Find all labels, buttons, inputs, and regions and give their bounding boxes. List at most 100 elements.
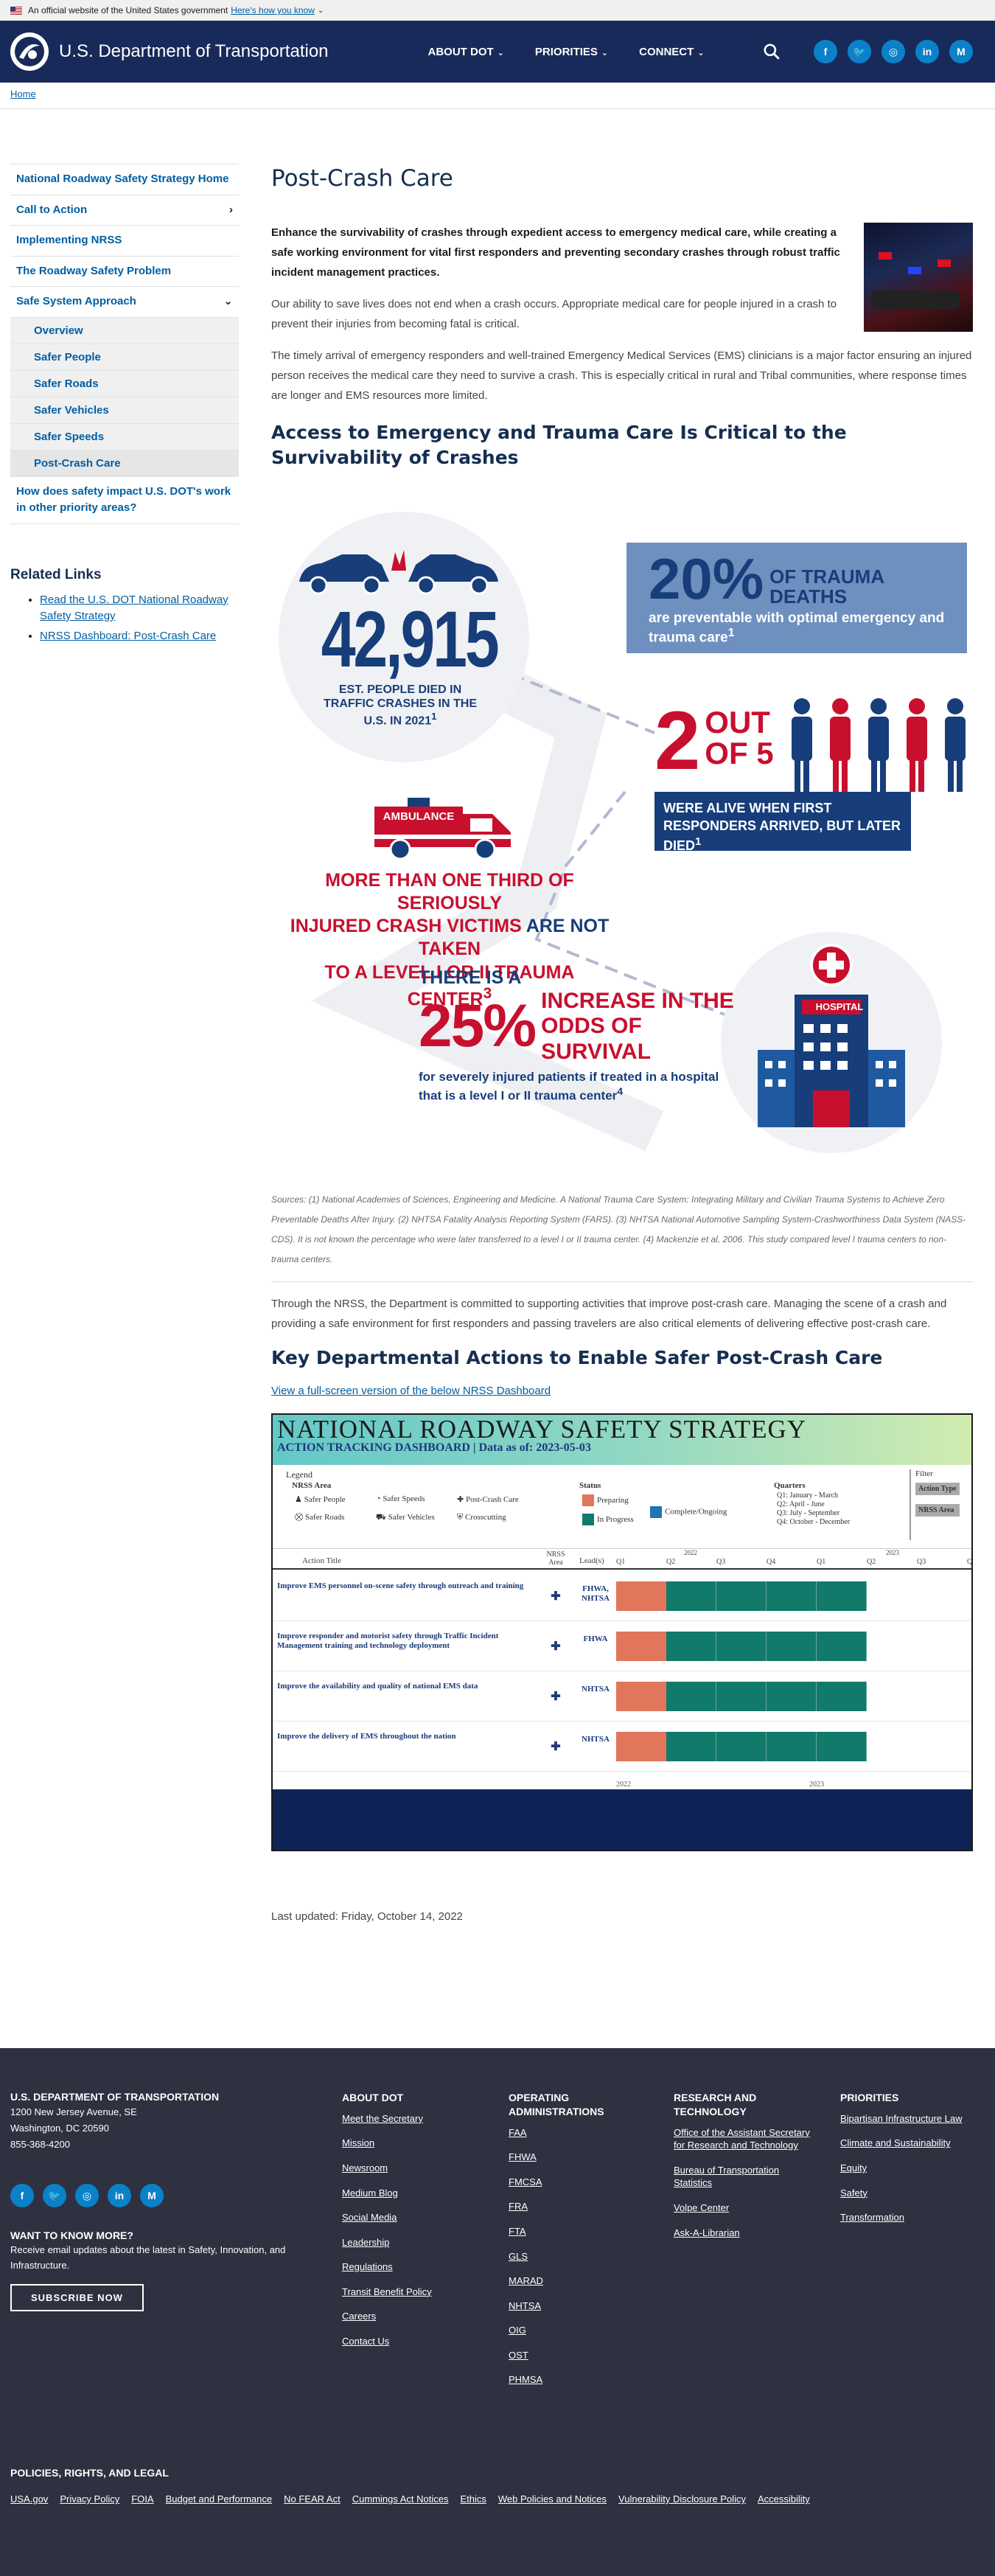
sidenav-label: National Roadway Safety Strategy Home	[16, 173, 229, 185]
post-crash-care-icon: ✚	[551, 1590, 561, 1603]
footer-link[interactable]: NHTSA	[509, 2300, 656, 2313]
twitter-icon[interactable]: 🐦	[848, 40, 871, 63]
footer-link[interactable]: Newsroom	[342, 2162, 489, 2175]
sidenav-sub-post-crash-care[interactable]: Post-Crash Care	[10, 449, 239, 476]
stat-two-of-five: 2 OUT OF 5	[654, 699, 774, 782]
filter-nrss-area[interactable]: NRSS Area	[915, 1503, 960, 1517]
footer-link[interactable]: Ask-A-Librarian	[674, 2227, 814, 2240]
footer-link[interactable]: Social Media	[342, 2211, 489, 2224]
legal-link[interactable]: USA.gov	[10, 2493, 48, 2504]
nav-priorities[interactable]: PRIORITIES ⌄	[535, 46, 608, 58]
footer-link[interactable]: OIG	[509, 2324, 656, 2337]
legal-link[interactable]: Ethics	[460, 2493, 486, 2504]
sidenav-item-problem[interactable]: The Roadway Safety Problem	[10, 255, 239, 287]
instagram-icon[interactable]: ◎	[75, 2184, 99, 2208]
status-bar-preparing	[616, 1581, 666, 1611]
footer-link[interactable]: Bureau of Transportation Statistics	[674, 2164, 814, 2190]
footer-link[interactable]: Mission	[342, 2137, 489, 2150]
heres-how-you-know-link[interactable]: Here's how you know	[231, 5, 315, 15]
action-row[interactable]: Improve responder and motorist safety th…	[273, 1621, 971, 1671]
sidenav-sub-safer-speeds[interactable]: Safer Speeds	[10, 422, 239, 450]
footer-link[interactable]: MARAD	[509, 2274, 656, 2288]
medium-icon[interactable]: M	[949, 40, 973, 63]
sidenav-item-safe-system[interactable]: Safe System Approach ⌄	[10, 286, 239, 317]
sidenav-item-call-to-action[interactable]: Call to Action ›	[10, 194, 239, 226]
dot-logo[interactable]	[10, 32, 49, 71]
chevron-down-icon[interactable]: ⌄	[318, 7, 324, 15]
sidenav-item-implementing[interactable]: Implementing NRSS	[10, 225, 239, 256]
footer-link[interactable]: Climate and Sustainability	[840, 2137, 988, 2150]
footer-link[interactable]: Transit Benefit Policy	[342, 2286, 489, 2299]
related-link-nrss[interactable]: Read the U.S. DOT National Roadway Safet…	[40, 593, 228, 623]
sidenav-sub-safer-vehicles[interactable]: Safer Vehicles	[10, 396, 239, 423]
sidenav-sub-overview[interactable]: Overview	[10, 316, 239, 344]
legal-link[interactable]: Vulnerability Disclosure Policy	[618, 2493, 746, 2504]
filter-panel: Filter Action Type NRSS Area	[910, 1469, 960, 1540]
search-icon[interactable]	[762, 42, 781, 61]
divider	[271, 1281, 973, 1282]
subscribe-button[interactable]: SUBSCRIBE NOW	[10, 2283, 144, 2311]
dashboard-header: NATIONAL ROADWAY SAFETY STRATEGY ACTION …	[273, 1414, 971, 1465]
footer-link[interactable]: Careers	[342, 2310, 489, 2323]
footer-link[interactable]: FTA	[509, 2225, 656, 2238]
gov-banner-text: An official website of the United States…	[28, 5, 228, 15]
footer-link[interactable]: FMCSA	[509, 2176, 656, 2189]
legal-link[interactable]: No FEAR Act	[284, 2493, 341, 2504]
action-row[interactable]: Improve the delivery of EMS throughout t…	[273, 1722, 971, 1772]
filter-action-type[interactable]: Action Type	[915, 1482, 960, 1495]
legend-area-title: NRSS Area	[292, 1480, 332, 1490]
site-title[interactable]: U.S. Department of Transportation	[59, 41, 329, 62]
legend-area-label: Safer Speeds	[383, 1494, 425, 1503]
footer-link[interactable]: GLS	[509, 2250, 656, 2263]
footer-link[interactable]: Equity	[840, 2162, 988, 2175]
crash-scene-image	[864, 223, 973, 332]
linkedin-icon[interactable]: in	[108, 2184, 131, 2208]
action-row[interactable]: Improve the availability and quality of …	[273, 1671, 971, 1722]
footer-link[interactable]: Transformation	[840, 2211, 988, 2224]
stat-two-out: OUT	[705, 704, 770, 739]
footer-link[interactable]: Volpe Center	[674, 2201, 814, 2215]
legend-status-complete: Complete/Ongoing	[650, 1505, 727, 1518]
dashboard-fullscreen-link[interactable]: View a full-screen version of the below …	[271, 1385, 973, 1397]
sidenav-item-priority-areas[interactable]: How does safety impact U.S. DOT's work i…	[10, 476, 239, 524]
footer-legal-title: POLICIES, RIGHTS, AND LEGAL	[10, 2467, 169, 2479]
sidenav-item-nrss-home[interactable]: National Roadway Safety Strategy Home	[10, 164, 239, 195]
footer-link[interactable]: Contact Us	[342, 2335, 489, 2348]
medium-icon[interactable]: M	[140, 2184, 164, 2208]
related-link-dashboard[interactable]: NRSS Dashboard: Post-Crash Care	[40, 630, 216, 642]
footer-link[interactable]: Meet the Secretary	[342, 2112, 489, 2126]
legal-link[interactable]: Privacy Policy	[60, 2493, 119, 2504]
footer-link[interactable]: FHWA	[509, 2151, 656, 2164]
legal-link[interactable]: Cummings Act Notices	[352, 2493, 449, 2504]
sidenav-sub-safer-roads[interactable]: Safer Roads	[10, 369, 239, 397]
breadcrumb-home[interactable]: Home	[10, 88, 36, 100]
footer-link[interactable]: PHMSA	[509, 2373, 656, 2387]
action-row[interactable]: Improve EMS personnel on-scene safety th…	[273, 1571, 971, 1621]
footer-link[interactable]: Bipartisan Infrastructure Law	[840, 2112, 988, 2126]
footer-link[interactable]: Safety	[840, 2187, 988, 2200]
facebook-icon[interactable]: f	[814, 40, 837, 63]
footer-link[interactable]: Medium Blog	[342, 2187, 489, 2200]
sidenav-sub-safer-people[interactable]: Safer People	[10, 343, 239, 370]
nav-about[interactable]: ABOUT DOT ⌄	[428, 46, 504, 58]
legal-link[interactable]: Budget and Performance	[166, 2493, 273, 2504]
linkedin-icon[interactable]: in	[915, 40, 939, 63]
instagram-icon[interactable]: ◎	[881, 40, 905, 63]
facebook-icon[interactable]: f	[10, 2184, 34, 2208]
footer-link[interactable]: FRA	[509, 2200, 656, 2213]
footer-link[interactable]: Leadership	[342, 2236, 489, 2249]
footer-link[interactable]: Regulations	[342, 2260, 489, 2274]
footer-link[interactable]: FAA	[509, 2126, 656, 2140]
twitter-icon[interactable]: 🐦	[43, 2184, 66, 2208]
legal-link[interactable]: Accessibility	[758, 2493, 810, 2504]
legal-link[interactable]: FOIA	[131, 2493, 153, 2504]
footnote-ref: 1	[695, 835, 702, 849]
legal-link[interactable]: Web Policies and Notices	[498, 2493, 607, 2504]
nav-connect[interactable]: CONNECT ⌄	[639, 46, 704, 58]
footer-link[interactable]: Office of the Assistant Secretary for Re…	[674, 2126, 814, 2152]
status-bar-in-progress	[666, 1631, 867, 1661]
nrss-paragraph: Through the NRSS, the Department is comm…	[271, 1297, 947, 1330]
stat-two-of: OF 5	[705, 735, 774, 770]
footer-link[interactable]: OST	[509, 2349, 656, 2362]
legend-area-label: Safer Roads	[304, 1512, 345, 1522]
